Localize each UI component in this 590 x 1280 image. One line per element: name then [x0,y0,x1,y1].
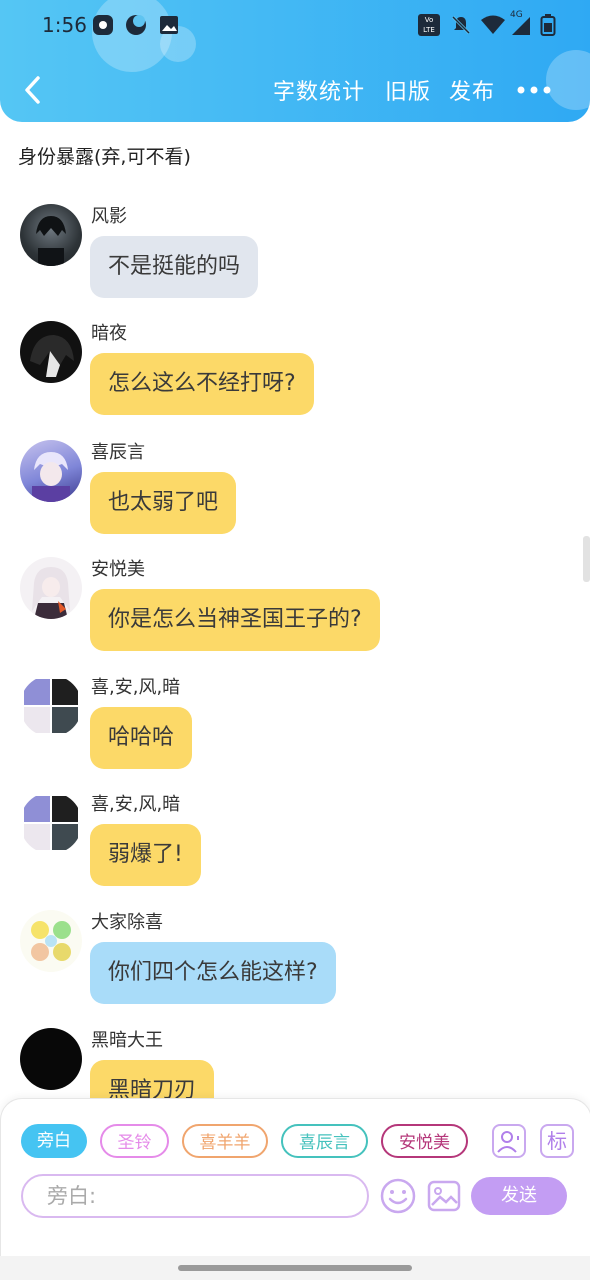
avatar[interactable] [20,204,82,266]
signal-icon [512,17,530,35]
sender-name: 大家除喜 [91,912,163,933]
emoji-icon[interactable] [380,1178,416,1214]
app-header: 1:56 Vo LTE 4G 字数统计 旧版 发布 [0,0,590,122]
status-time: 1:56 [42,13,87,37]
back-arrow-icon[interactable] [18,72,48,108]
volte-icon: Vo LTE [418,14,440,36]
group-avatar[interactable] [20,792,82,854]
message-bubble[interactable]: 弱爆了! [90,824,201,886]
character-icon[interactable] [492,1124,526,1158]
avatar[interactable] [20,321,82,383]
more-icon[interactable] [516,84,552,96]
message-input[interactable]: 旁白: [21,1174,369,1218]
tag-button[interactable]: 标 [540,1124,574,1158]
group-avatar[interactable] [20,675,82,737]
sender-name: 风影 [91,206,127,227]
role-chip-narrator[interactable]: 旁白 [21,1124,87,1158]
sender-name: 喜,安,风,暗 [91,794,181,815]
avatar[interactable] [20,440,82,502]
role-chip[interactable]: 安悦美 [381,1124,468,1158]
sender-name: 黑暗大王 [91,1030,163,1051]
send-button[interactable]: 发送 [471,1177,567,1215]
scrollbar-thumb[interactable] [583,536,590,582]
message-bubble[interactable]: 你是怎么当神圣国王子的? [90,589,380,651]
battery-icon [540,14,556,36]
sender-name: 喜,安,风,暗 [91,677,181,698]
chapter-title: 身份暴露(弃,可不看) [18,146,191,168]
role-chip[interactable]: 喜羊羊 [182,1124,268,1158]
role-chip[interactable]: 圣铃 [100,1124,169,1158]
message-bubble[interactable]: 哈哈哈 [90,707,193,769]
message-bubble[interactable]: 也太弱了吧 [90,472,237,534]
home-indicator[interactable] [178,1265,412,1271]
image-icon[interactable] [426,1178,462,1214]
sender-name: 安悦美 [91,559,145,580]
group-avatar[interactable] [20,910,82,972]
status-bar: 1:56 Vo LTE 4G [0,0,590,52]
wifi-icon [481,15,505,34]
old-version-button[interactable]: 旧版 [385,74,431,106]
sender-name: 暗夜 [91,323,127,344]
avatar[interactable] [20,1028,82,1090]
sender-name: 喜辰言 [91,442,145,463]
gallery-icon [160,16,178,34]
role-chip[interactable]: 喜辰言 [281,1124,368,1158]
publish-button[interactable]: 发布 [449,74,495,106]
avatar[interactable] [20,557,82,619]
message-bubble[interactable]: 你们四个怎么能这样? [90,942,336,1004]
moon-icon [126,15,146,35]
message-bubble[interactable]: 怎么这么不经打呀? [90,353,314,415]
app-notification-icon [93,15,113,35]
toolbar: 字数统计 旧版 发布 [0,62,590,118]
word-count-button[interactable]: 字数统计 [273,74,365,106]
bell-muted-icon [451,15,471,35]
message-bubble[interactable]: 不是挺能的吗 [90,236,259,298]
